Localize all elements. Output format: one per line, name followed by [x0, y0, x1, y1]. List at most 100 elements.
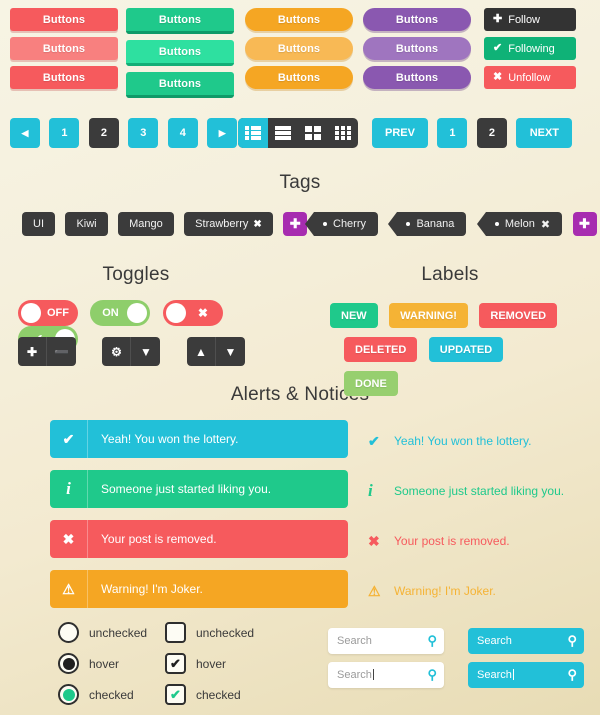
button-red-active[interactable]: Buttons — [10, 66, 118, 89]
grid-2x2-view-icon[interactable] — [298, 118, 328, 148]
checkbox-group: unchecked ✔ hover ✔ checked — [165, 618, 254, 711]
radio-row-checked: checked — [58, 680, 147, 709]
label-warning[interactable]: WARNING! — [389, 303, 468, 328]
pagination-prev-button[interactable]: PREV — [372, 118, 428, 148]
tag-strawberry[interactable]: Strawberry ✖ — [184, 212, 273, 236]
label-updated[interactable]: UPDATED — [428, 337, 504, 362]
notice-success: ✔ Yeah! You won the lottery. — [368, 422, 564, 460]
search-icon[interactable]: ⚲ — [427, 633, 437, 649]
button-purple-hover[interactable]: Buttons — [363, 37, 471, 60]
tag-dot-icon — [494, 222, 499, 226]
radio-label: unchecked — [89, 625, 148, 640]
checkbox-hover[interactable]: ✔ — [165, 653, 186, 674]
pagination-page-1[interactable]: 1 — [49, 118, 80, 148]
radio-hover[interactable] — [58, 653, 79, 674]
checkbox-unchecked[interactable] — [165, 622, 186, 643]
notice-group: ✔ Yeah! You won the lottery. i Someone j… — [368, 422, 564, 622]
gear-icon[interactable]: ⚙ — [102, 337, 132, 366]
unfollow-button[interactable]: ✖ Unfollow — [484, 66, 576, 89]
alert-success[interactable]: ✔ Yeah! You won the lottery. — [50, 420, 348, 458]
tag-melon[interactable]: Melon ✖ — [476, 212, 563, 236]
radio-checked[interactable] — [58, 684, 79, 705]
tag-remove-icon[interactable]: ✖ — [253, 219, 261, 230]
search-icon[interactable]: ⚲ — [427, 667, 437, 683]
minus-icon[interactable]: ➖ — [47, 337, 76, 366]
pagination-page-4[interactable]: 4 — [167, 118, 198, 148]
labels-heading: Labels — [421, 264, 479, 285]
pagination-next-arrow[interactable]: ▶ — [207, 118, 238, 148]
pagination-page-2[interactable]: 2 — [88, 118, 119, 148]
checkbox-label: checked — [196, 687, 241, 702]
cross-icon: ✖ — [197, 306, 208, 320]
button-green-hover[interactable]: Buttons — [126, 40, 234, 66]
notice-text: Yeah! You won the lottery. — [394, 434, 532, 448]
label-new[interactable]: NEW — [330, 303, 378, 328]
follow-button[interactable]: ✚ Follow — [484, 8, 576, 31]
checkbox-row-unchecked: unchecked — [165, 618, 254, 647]
button-purple-normal[interactable]: Buttons — [363, 8, 471, 31]
pagination-page-3[interactable]: 3 — [128, 118, 159, 148]
search-column-cyan: Search ⚲ Search ⚲ — [468, 628, 584, 696]
pagination-alt-page-1[interactable]: 1 — [437, 118, 468, 148]
tag-ui[interactable]: UI — [22, 212, 55, 236]
alert-info[interactable]: i Someone just started liking you. — [50, 470, 348, 508]
search-placeholder: Search — [337, 635, 372, 647]
button-purple-active[interactable]: Buttons — [363, 66, 471, 89]
search-input-cyan-focused[interactable]: Search ⚲ — [468, 662, 584, 688]
pagination-prev-arrow[interactable]: ◀ — [10, 118, 40, 148]
tag-remove-icon[interactable]: ✖ — [541, 218, 550, 231]
alert-error[interactable]: ✖ Your post is removed. — [50, 520, 348, 558]
alert-text: Yeah! You won the lottery. — [101, 432, 239, 446]
pagination-alt-page-2[interactable]: 2 — [476, 118, 507, 148]
alert-warning[interactable]: ⚠ Warning! I'm Joker. — [50, 570, 348, 608]
tag-label: Cherry — [333, 218, 367, 230]
tag-mango[interactable]: Mango — [118, 212, 174, 236]
label-deleted[interactable]: DELETED — [344, 337, 418, 362]
tag-label: Mango — [129, 218, 163, 230]
plus-icon[interactable]: ✚ — [18, 337, 47, 366]
chevron-down-icon[interactable]: ▼ — [215, 337, 245, 366]
checkbox-row-hover: ✔ hover — [165, 649, 254, 678]
label-done[interactable]: DONE — [344, 371, 398, 396]
labels-section: NEW WARNING! REMOVED DELETED UPDATED DON… — [330, 303, 570, 405]
tag-banana[interactable]: Banana — [388, 212, 467, 236]
radio-unchecked[interactable] — [58, 622, 79, 643]
search-icon[interactable]: ⚲ — [567, 667, 577, 683]
search-input-light-focused[interactable]: Search ⚲ — [328, 662, 444, 688]
tag-add-button[interactable]: ✚ — [283, 212, 308, 236]
button-column-red: Buttons Buttons Buttons — [10, 8, 118, 95]
cross-icon: ✖ — [50, 520, 88, 558]
tag-add-button-ribbon[interactable]: ✚ — [572, 212, 597, 236]
tag-kiwi[interactable]: Kiwi — [65, 212, 108, 236]
search-input-light[interactable]: Search ⚲ — [328, 628, 444, 654]
button-orange-normal[interactable]: Buttons — [245, 8, 353, 31]
toggle-cross[interactable]: ✖ — [162, 300, 223, 326]
info-icon: i — [50, 470, 88, 508]
tag-dot-icon — [323, 222, 327, 226]
button-orange-active[interactable]: Buttons — [245, 66, 353, 89]
toggle-on[interactable]: ON — [90, 300, 151, 326]
checkbox-checked[interactable]: ✔ — [165, 684, 186, 705]
unfollow-button-label: Unfollow — [508, 71, 551, 84]
search-input-cyan[interactable]: Search ⚲ — [468, 628, 584, 654]
grid-3x3-view-icon[interactable] — [328, 118, 358, 148]
label-removed[interactable]: REMOVED — [479, 303, 558, 328]
search-column-light: Search ⚲ Search ⚲ — [328, 628, 444, 696]
radio-group: unchecked hover checked — [58, 618, 147, 711]
button-green-active[interactable]: Buttons — [126, 72, 234, 98]
button-orange-hover[interactable]: Buttons — [245, 37, 353, 60]
toggle-off[interactable]: OFF — [18, 300, 78, 326]
following-button[interactable]: ✔ Following — [484, 37, 576, 60]
pagination-next-button[interactable]: NEXT — [516, 118, 573, 148]
tag-cherry[interactable]: Cherry — [304, 212, 379, 236]
radio-dot — [63, 627, 75, 639]
button-green-normal[interactable]: Buttons — [126, 8, 234, 34]
list-view-icon[interactable] — [238, 118, 268, 148]
chevron-down-icon[interactable]: ▼ — [131, 337, 161, 366]
button-red-hover[interactable]: Buttons — [10, 37, 118, 60]
lines-view-icon[interactable] — [268, 118, 298, 148]
chevron-up-icon[interactable]: ▲ — [186, 337, 216, 366]
tag-label: Strawberry — [195, 218, 249, 230]
search-icon[interactable]: ⚲ — [567, 633, 577, 649]
button-red-normal[interactable]: Buttons — [10, 8, 118, 31]
